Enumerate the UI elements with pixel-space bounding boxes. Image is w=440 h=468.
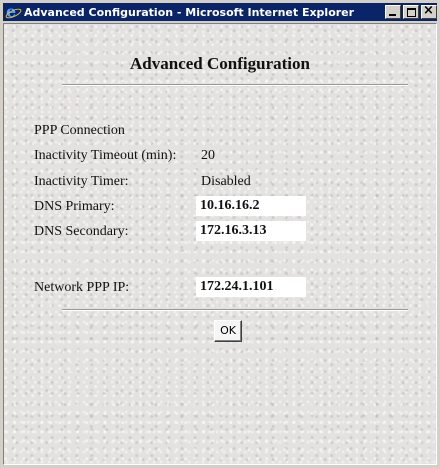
- title-bar[interactable]: e Advanced Configuration - Microsoft Int…: [3, 2, 437, 21]
- divider-bottom: [62, 309, 408, 311]
- dns-primary-label: DNS Primary:: [34, 199, 115, 214]
- inactivity-timer-value: Disabled: [201, 174, 251, 189]
- network-ppp-ip-label: Network PPP IP:: [34, 280, 130, 295]
- browser-window: e Advanced Configuration - Microsoft Int…: [0, 0, 440, 468]
- window-title: Advanced Configuration - Microsoft Inter…: [24, 5, 355, 19]
- divider-top: [62, 84, 408, 86]
- page-content: Advanced Configuration PPP Connection In…: [3, 23, 437, 465]
- internet-explorer-icon[interactable]: e: [4, 2, 23, 21]
- minimize-icon: [389, 14, 396, 16]
- network-ppp-ip-value: 172.24.1.101: [196, 277, 306, 297]
- inactivity-timer-label: Inactivity Timer:: [34, 174, 129, 189]
- dns-primary-value: 10.16.16.2: [196, 196, 306, 216]
- dns-secondary-value: 172.16.3.13: [196, 221, 306, 241]
- close-button[interactable]: ×: [421, 3, 437, 19]
- ok-button[interactable]: OK: [214, 320, 242, 342]
- page-title: Advanced Configuration: [130, 54, 310, 73]
- inactivity-timeout-value: 20: [201, 148, 215, 163]
- ppp-connection-label: PPP Connection: [34, 123, 125, 138]
- close-icon: ×: [423, 3, 434, 18]
- dns-secondary-label: DNS Secondary:: [34, 224, 129, 239]
- inactivity-timeout-label: Inactivity Timeout (min):: [34, 148, 177, 163]
- minimize-button[interactable]: [385, 5, 401, 19]
- maximize-icon: [407, 8, 416, 17]
- maximize-button[interactable]: [403, 5, 419, 19]
